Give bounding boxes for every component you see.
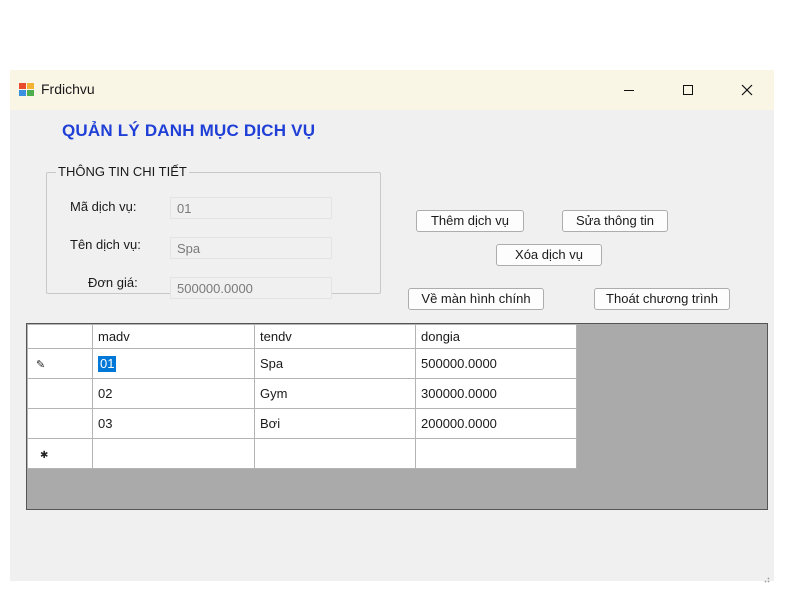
edit-info-button[interactable]: Sửa thông tin	[562, 210, 668, 232]
table-cell[interactable]: 500000.0000	[415, 348, 577, 379]
row-header[interactable]: ✎	[27, 348, 93, 379]
page-title: QUẢN LÝ DANH MỤC DỊCH VỤ	[62, 121, 316, 140]
table-cell[interactable]: 300000.0000	[415, 378, 577, 409]
grid-header-row: madv tendv dongia	[27, 324, 577, 349]
delete-service-button[interactable]: Xóa dịch vụ	[496, 244, 602, 266]
dongia-label: Đơn giá:	[88, 275, 138, 290]
row-header-corner	[27, 324, 93, 349]
maximize-button[interactable]	[665, 70, 711, 110]
add-service-button[interactable]: Thêm dịch vụ	[416, 210, 524, 232]
window-title: Frdichvu	[41, 81, 95, 97]
services-table: madv tendv dongia ✎ 01 Spa 500000.0000 0…	[27, 324, 577, 469]
dongia-field[interactable]: 500000.0000	[170, 277, 332, 299]
exit-program-button[interactable]: Thoát chương trình	[594, 288, 730, 310]
row-header[interactable]: ✱	[27, 438, 93, 469]
table-cell[interactable]	[92, 438, 255, 469]
close-button[interactable]	[724, 70, 770, 110]
maximize-icon	[682, 84, 694, 96]
table-cell[interactable]	[415, 438, 577, 469]
column-header-tendv[interactable]: tendv	[254, 324, 416, 349]
table-row[interactable]: ✎ 01 Spa 500000.0000	[27, 348, 577, 379]
tendv-field[interactable]: Spa	[170, 237, 332, 259]
app-icon	[18, 81, 35, 98]
title-bar[interactable]: Frdichvu	[10, 70, 774, 110]
close-icon	[741, 84, 753, 96]
table-row[interactable]: 03 Bơi 200000.0000	[27, 408, 577, 439]
minimize-button[interactable]	[606, 70, 652, 110]
minimize-icon	[623, 84, 635, 96]
details-legend: THÔNG TIN CHI TIẾT	[56, 164, 189, 179]
column-header-dongia[interactable]: dongia	[415, 324, 577, 349]
resize-grip-icon[interactable]	[762, 570, 770, 583]
back-home-button[interactable]: Về màn hình chính	[408, 288, 544, 310]
table-cell[interactable]: 02	[92, 378, 255, 409]
row-header[interactable]	[27, 378, 93, 409]
new-row[interactable]: ✱	[27, 438, 577, 469]
madv-label: Mã dịch vụ:	[70, 199, 137, 214]
table-cell[interactable]: 200000.0000	[415, 408, 577, 439]
table-cell[interactable]: Bơi	[254, 408, 416, 439]
column-header-madv[interactable]: madv	[92, 324, 255, 349]
selected-cell[interactable]: 01	[98, 355, 117, 372]
row-header[interactable]	[27, 408, 93, 439]
tendv-label: Tên dịch vụ:	[70, 237, 141, 252]
table-cell[interactable]: Spa	[254, 348, 416, 379]
table-row[interactable]: 02 Gym 300000.0000	[27, 378, 577, 409]
services-grid[interactable]: madv tendv dongia ✎ 01 Spa 500000.0000 0…	[26, 323, 768, 510]
table-cell[interactable]: Gym	[254, 378, 416, 409]
new-row-icon: ✱	[40, 450, 49, 461]
table-cell[interactable]: 03	[92, 408, 255, 439]
edit-row-icon: ✎	[36, 359, 46, 371]
app-window: Frdichvu QUẢN LÝ DANH MỤC DỊCH VỤ THÔNG …	[10, 70, 774, 583]
madv-field[interactable]: 01	[170, 197, 332, 219]
table-cell[interactable]	[254, 438, 416, 469]
table-cell[interactable]: 01	[92, 348, 255, 379]
